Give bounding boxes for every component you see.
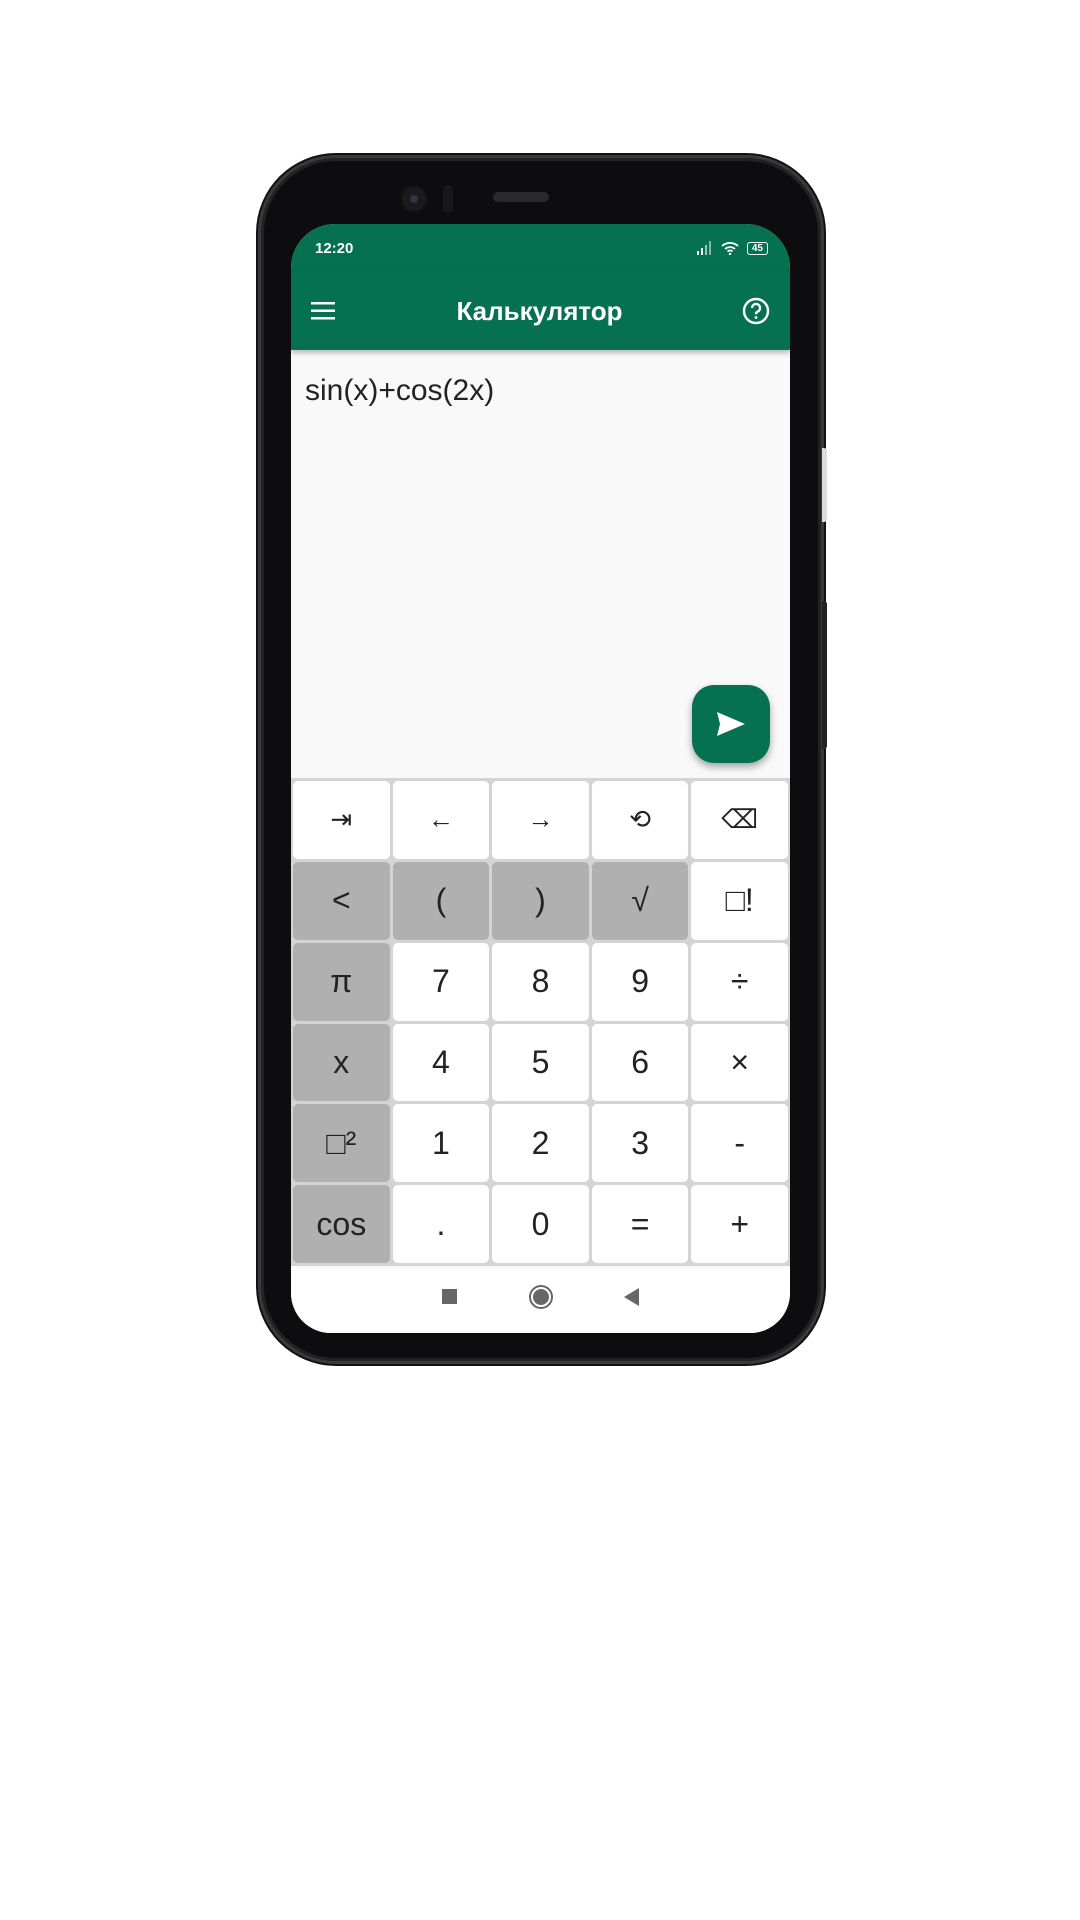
back-icon[interactable] bbox=[623, 1287, 640, 1306]
camera bbox=[400, 185, 428, 213]
status-time: 12:20 bbox=[315, 239, 354, 257]
app-bar: Калькулятор bbox=[291, 272, 790, 350]
status-bar: 12:20 45 bbox=[291, 224, 790, 272]
recents-icon[interactable] bbox=[441, 1288, 458, 1305]
key-history[interactable]: ⟲ bbox=[591, 781, 689, 859]
nav-bar bbox=[291, 1268, 790, 1333]
key-7[interactable]: 7 bbox=[392, 942, 490, 1021]
expression-input[interactable]: sin(x)+cos(2x) bbox=[305, 374, 494, 408]
key-divide[interactable]: ÷ bbox=[691, 942, 788, 1021]
help-icon[interactable] bbox=[742, 297, 770, 325]
key-pi[interactable]: π bbox=[293, 942, 390, 1021]
speaker bbox=[493, 192, 549, 202]
key-plus[interactable]: + bbox=[691, 1185, 788, 1263]
key-0[interactable]: 0 bbox=[492, 1185, 589, 1263]
menu-icon[interactable] bbox=[311, 301, 337, 321]
keypad: ⇥ ← → ⟲ ⌫ <() √ □! π 7 8 9 ÷ x 4 5 6 × □² 1 2 3- cos. 0 = + bbox=[291, 778, 790, 1266]
key-open-paren[interactable]: ( bbox=[392, 861, 490, 940]
sensor bbox=[443, 185, 453, 213]
key-factorial[interactable]: □! bbox=[691, 861, 788, 940]
key-9[interactable]: 9 bbox=[591, 942, 689, 1021]
screen: 12:20 45 Калькулятор sin(x)+cos(2x) ⇥ ← → ⟲… bbox=[291, 224, 790, 1333]
key-cursor-right[interactable]: → bbox=[492, 781, 589, 859]
submit-button[interactable] bbox=[692, 685, 770, 763]
key-minus[interactable]: - bbox=[691, 1104, 788, 1183]
key-6[interactable]: 6 bbox=[591, 1023, 689, 1102]
battery-icon: 45 bbox=[746, 241, 768, 255]
key-4[interactable]: 4 bbox=[392, 1023, 490, 1102]
key-square[interactable]: □² bbox=[293, 1104, 390, 1183]
phone-power-button bbox=[822, 601, 827, 749]
wifi-icon bbox=[721, 242, 739, 255]
key-8[interactable]: 8 bbox=[492, 942, 589, 1021]
key-less-than[interactable]: < bbox=[293, 861, 390, 940]
key-5[interactable]: 5 bbox=[492, 1023, 589, 1102]
key-3[interactable]: 3 bbox=[591, 1104, 689, 1183]
key-2[interactable]: 2 bbox=[492, 1104, 589, 1183]
key-cos[interactable]: cos bbox=[293, 1185, 390, 1263]
key-backspace[interactable]: ⌫ bbox=[691, 781, 788, 859]
key-tab[interactable]: ⇥ bbox=[293, 781, 390, 859]
key-1[interactable]: 1 bbox=[392, 1104, 490, 1183]
key-x[interactable]: x bbox=[293, 1023, 390, 1102]
key-close-paren[interactable]: ) bbox=[492, 861, 589, 940]
key-cursor-left[interactable]: ← bbox=[392, 781, 490, 859]
home-icon[interactable] bbox=[528, 1284, 554, 1310]
key-equals[interactable]: = bbox=[591, 1185, 689, 1263]
send-icon bbox=[717, 712, 745, 736]
phone-side-button bbox=[822, 448, 827, 522]
signal-icon bbox=[696, 241, 711, 255]
key-decimal[interactable]: . bbox=[392, 1185, 490, 1263]
key-sqrt[interactable]: √ bbox=[591, 861, 689, 940]
key-multiply[interactable]: × bbox=[691, 1023, 788, 1102]
page-title: Калькулятор bbox=[456, 295, 623, 326]
